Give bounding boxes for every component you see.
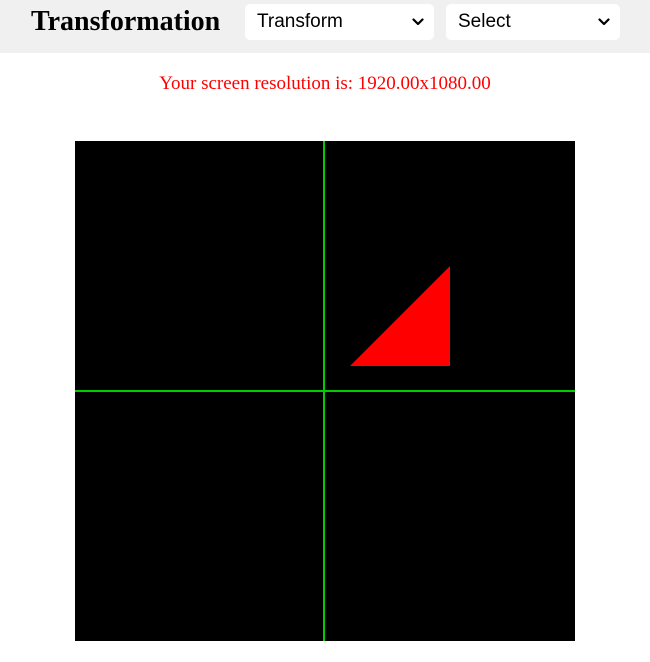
screen-resolution-text: Your screen resolution is: 1920.00x1080.… bbox=[159, 73, 491, 94]
mode-dropdown[interactable]: Select bbox=[446, 4, 620, 40]
drawing-canvas[interactable] bbox=[75, 141, 575, 641]
app-title: Transformation bbox=[31, 6, 221, 37]
transform-dropdown-value: Transform bbox=[257, 11, 343, 32]
canvas-svg[interactable] bbox=[75, 141, 575, 641]
transform-dropdown[interactable]: Transform bbox=[245, 4, 434, 40]
top-bar: Transformation Transform Select bbox=[0, 0, 650, 53]
chevron-down-icon bbox=[412, 18, 424, 26]
chevron-down-icon bbox=[598, 18, 610, 26]
mode-dropdown-value: Select bbox=[458, 11, 511, 32]
